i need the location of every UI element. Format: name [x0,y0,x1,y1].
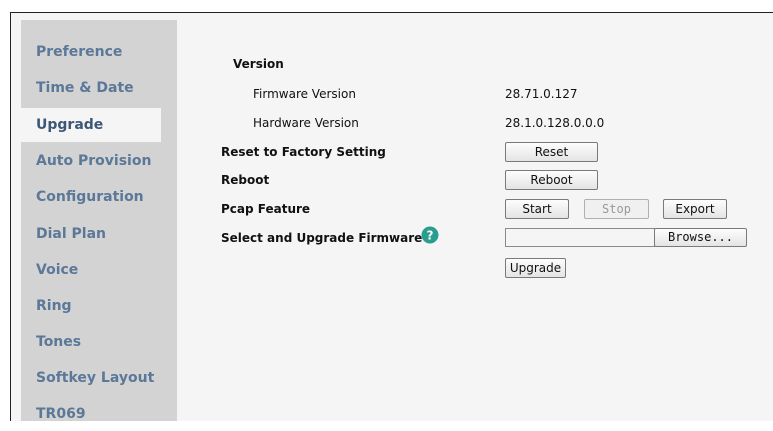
reset-button[interactable]: Reset [505,142,598,162]
firmware-version-label: Firmware Version [253,87,356,101]
pcap-export-button[interactable]: Export [663,199,727,219]
reboot-button[interactable]: Reboot [505,170,598,190]
firmware-file-input[interactable] [505,228,655,247]
main-content: Version Firmware Version 28.71.0.127 Har… [0,0,773,421]
svg-text:?: ? [427,228,434,242]
browse-button[interactable]: Browse... [654,228,747,247]
hardware-version-label: Hardware Version [253,116,359,130]
pcap-feature-label: Pcap Feature [221,202,311,216]
reset-factory-label: Reset to Factory Setting [221,145,386,159]
firmware-version-value: 28.71.0.127 [505,87,578,101]
reboot-label: Reboot [221,173,270,187]
question-circle-icon[interactable]: ? [421,226,439,244]
pcap-start-button[interactable]: Start [505,199,569,219]
version-heading: Version [233,57,284,71]
hardware-version-value: 28.1.0.128.0.0.0 [505,116,605,130]
pcap-stop-button[interactable]: Stop [584,199,649,219]
upgrade-button[interactable]: Upgrade [505,258,566,278]
upgrade-firmware-label: Select and Upgrade Firmware [221,231,423,245]
